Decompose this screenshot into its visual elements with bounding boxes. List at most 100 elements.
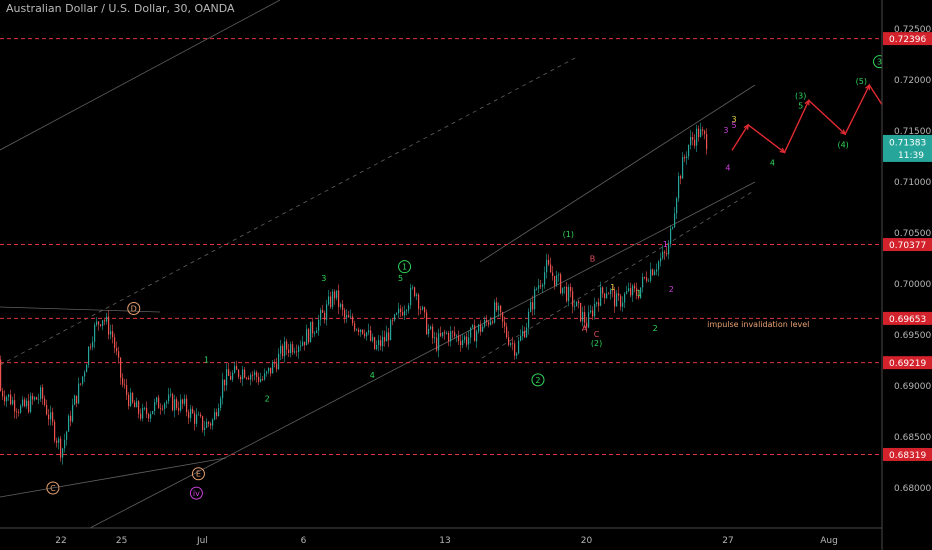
wave-label: (4)	[837, 140, 848, 149]
candle	[112, 324, 114, 344]
candle	[496, 297, 498, 313]
candle	[186, 394, 188, 417]
candle	[122, 373, 124, 388]
candle	[408, 302, 410, 314]
candle	[602, 286, 604, 298]
candle	[370, 325, 372, 342]
candle	[682, 152, 684, 179]
candle	[654, 269, 656, 276]
wave-label: 2	[265, 394, 270, 403]
candle	[518, 337, 520, 355]
last-price-label: 0.71383	[889, 138, 926, 148]
candle	[566, 281, 568, 303]
svg-text:5: 5	[731, 121, 736, 130]
candle	[620, 293, 622, 311]
level-tag: 0.70377	[883, 238, 932, 252]
svg-text:(4): (4)	[837, 140, 848, 149]
candle	[432, 323, 434, 344]
candle	[604, 293, 606, 304]
candle	[588, 305, 590, 329]
candle	[36, 396, 38, 400]
price-chart[interactable]: v35(5)(3)5353(4)444(1)1B12AC(2)211534122…	[0, 0, 932, 550]
candle	[52, 407, 54, 426]
candle	[208, 420, 210, 428]
candle	[452, 330, 454, 339]
candle	[60, 436, 62, 462]
candle	[678, 172, 680, 202]
svg-text:0.69219: 0.69219	[889, 359, 926, 369]
candle	[80, 383, 82, 386]
candle	[546, 253, 548, 279]
candle	[144, 406, 146, 411]
candle	[630, 282, 632, 298]
candle	[336, 290, 338, 301]
candle	[702, 126, 704, 136]
wave-label: 4	[770, 159, 775, 168]
candle	[440, 326, 442, 338]
wave-label: 4	[370, 371, 375, 380]
candle	[340, 302, 342, 310]
candle	[492, 319, 494, 325]
svg-text:C: C	[594, 330, 600, 339]
candle	[260, 372, 262, 383]
candle	[310, 321, 312, 343]
candle	[316, 327, 318, 334]
candle	[294, 347, 296, 355]
candle	[532, 295, 534, 316]
candle	[166, 399, 168, 409]
candle	[198, 411, 200, 416]
candle	[158, 394, 160, 409]
x-tick-label: 27	[722, 536, 733, 546]
candle	[644, 276, 646, 280]
candle	[390, 318, 392, 341]
candle	[150, 411, 152, 423]
candle	[226, 363, 228, 391]
candle	[590, 305, 592, 314]
candle	[598, 298, 600, 312]
candle	[34, 396, 36, 402]
candle	[476, 329, 478, 349]
candle	[398, 302, 400, 319]
candle	[628, 282, 630, 293]
candle	[50, 405, 52, 426]
candle	[526, 322, 528, 338]
candle	[482, 324, 484, 333]
level-tag: 0.69653	[883, 311, 932, 325]
wave-label: 5	[731, 121, 736, 130]
candle	[672, 226, 674, 230]
countdown-label: 11:39	[898, 151, 924, 161]
candle	[138, 399, 140, 419]
level-tag: 0.72396	[883, 32, 932, 46]
candle	[132, 391, 134, 404]
candle	[136, 397, 138, 408]
candle	[676, 196, 678, 219]
candle	[360, 328, 362, 337]
candle	[688, 144, 690, 160]
candle	[324, 310, 326, 324]
svg-text:impulse invalidation level: impulse invalidation level	[707, 320, 809, 329]
candle	[4, 390, 6, 406]
candle	[372, 333, 374, 343]
svg-text:(3): (3)	[795, 91, 806, 100]
candle	[124, 379, 126, 389]
candle	[14, 393, 16, 419]
candle	[618, 286, 620, 302]
price-axis: 0.725000.720000.715000.710000.705000.700…	[881, 0, 932, 550]
wave-label: iv	[189, 486, 203, 500]
candle	[44, 395, 46, 407]
wave-label: D	[127, 302, 141, 315]
candle	[574, 299, 576, 311]
candle	[190, 404, 192, 422]
candle	[42, 384, 44, 405]
candle	[616, 290, 618, 307]
wave-label: 3	[873, 55, 882, 69]
candle	[130, 388, 132, 408]
candle	[424, 306, 426, 319]
candle	[200, 412, 202, 418]
candle	[652, 268, 654, 276]
candle	[78, 377, 80, 405]
svg-text:E: E	[196, 470, 201, 479]
svg-text:0.72396: 0.72396	[889, 35, 926, 45]
candle	[24, 397, 26, 408]
candle	[624, 292, 626, 309]
